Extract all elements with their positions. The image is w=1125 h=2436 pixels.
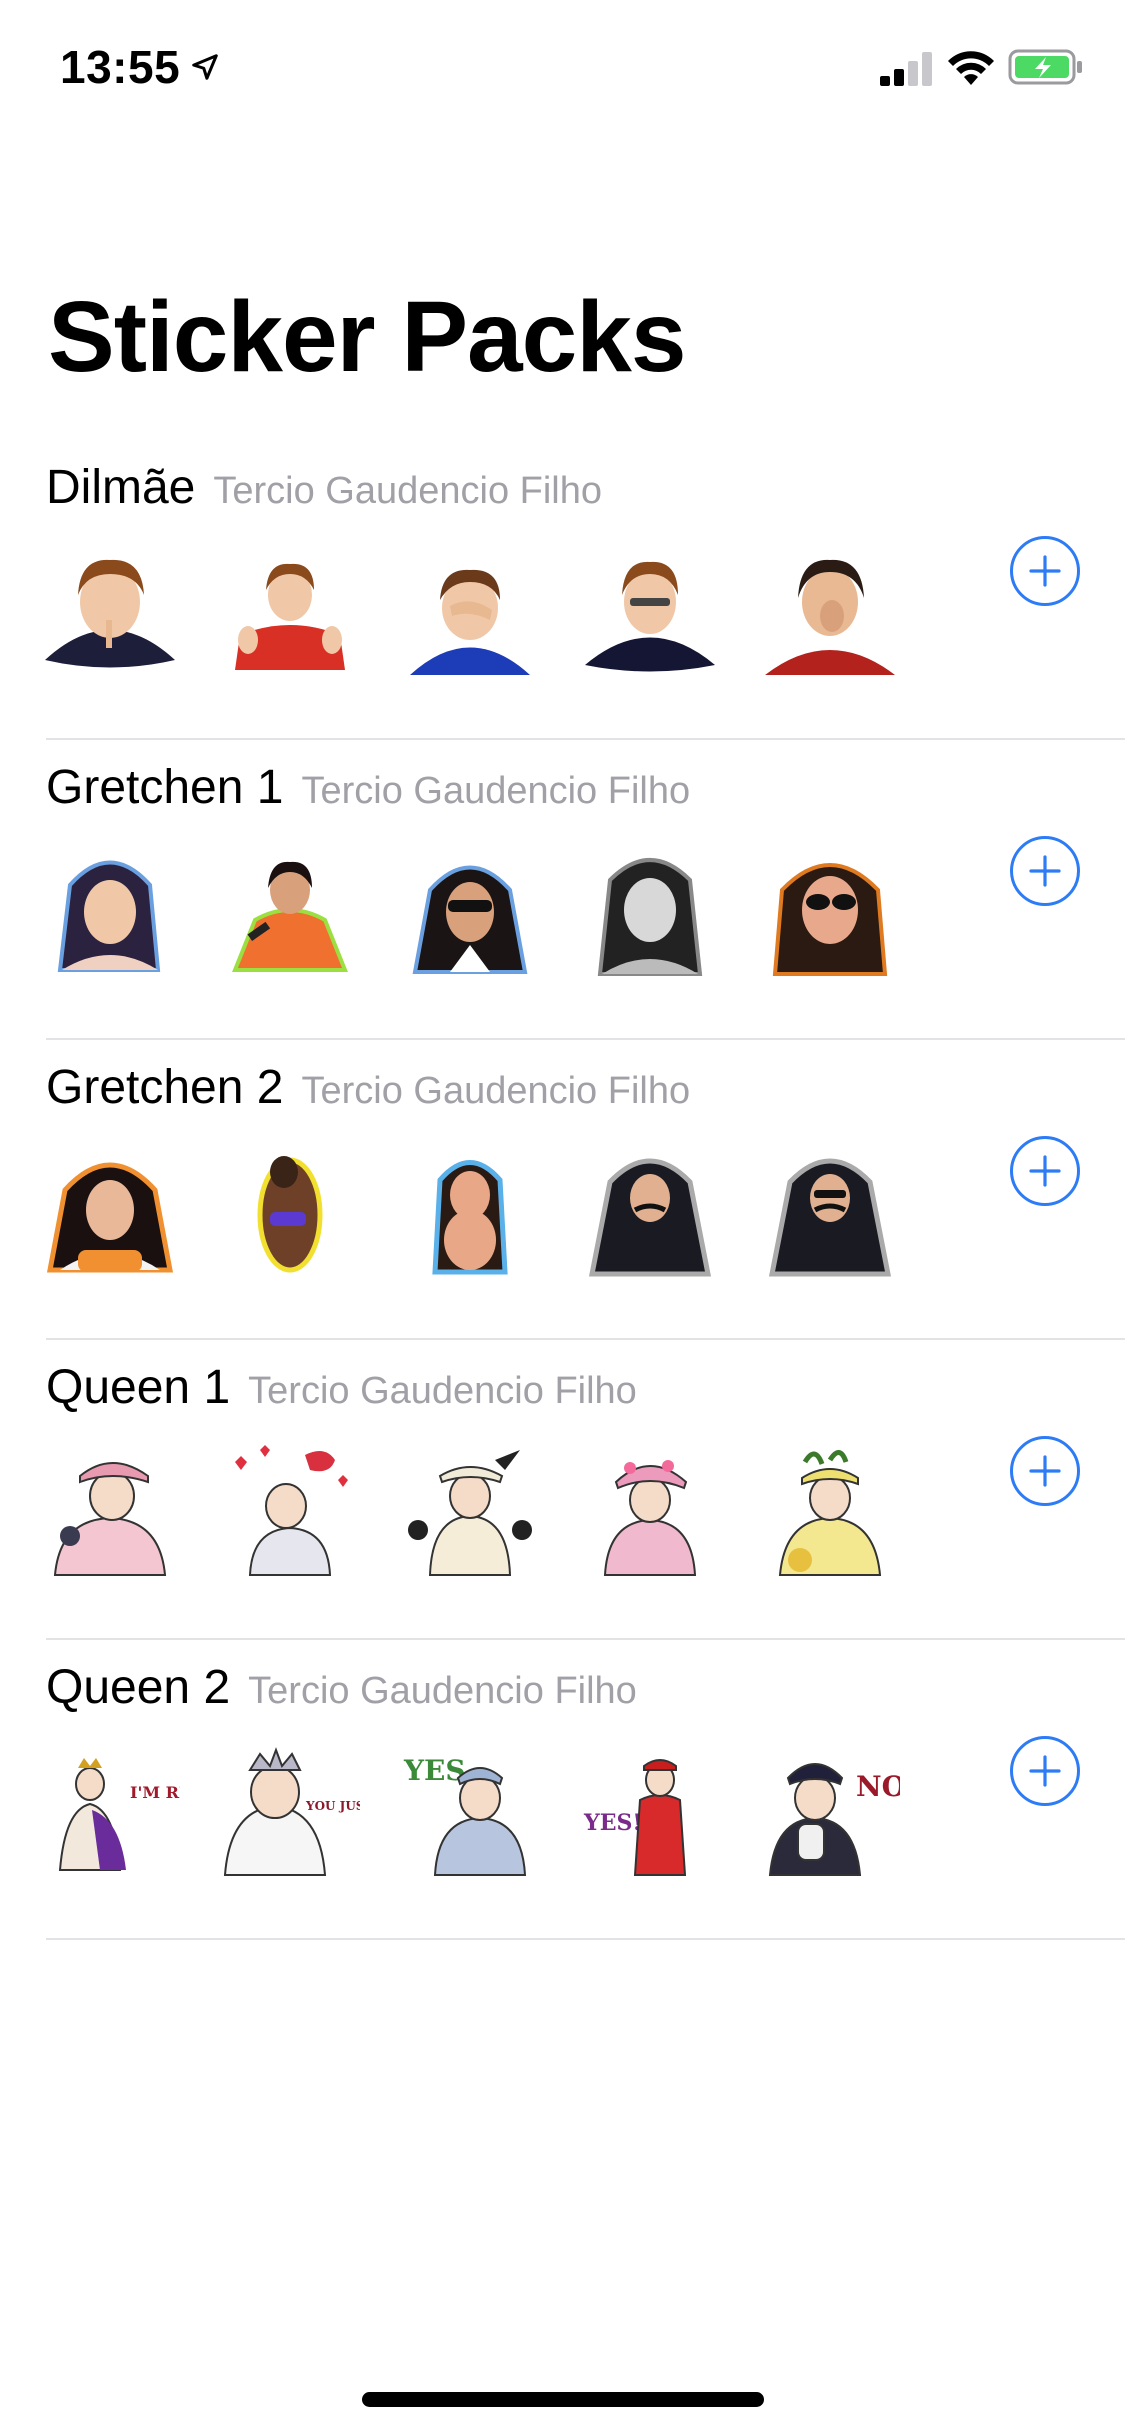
sticker-thumbnail bbox=[760, 840, 900, 980]
sticker-thumbnail bbox=[580, 540, 720, 680]
sticker-thumbnail: YES bbox=[400, 1740, 540, 1880]
sticker-thumbnail: NO bbox=[760, 1740, 900, 1880]
add-pack-button[interactable] bbox=[1010, 1736, 1080, 1806]
pack-name: Gretchen 2 bbox=[46, 1061, 284, 1114]
sticker-thumbnail: YOU JUST KEEP CALM bbox=[220, 1740, 360, 1880]
sticker-thumbnail bbox=[220, 1140, 360, 1280]
plus-icon bbox=[1029, 855, 1061, 887]
pack-name: Queen 2 bbox=[46, 1661, 231, 1714]
sticker-text: NO bbox=[856, 1770, 900, 1803]
pack-author: Tercio Gaudencio Filho bbox=[213, 470, 603, 512]
pack-name: Gretchen 1 bbox=[46, 761, 284, 814]
pack-author: Tercio Gaudencio Filho bbox=[248, 1670, 637, 1712]
sticker-strip bbox=[40, 840, 900, 990]
pack-name: Queen 1 bbox=[46, 1361, 231, 1414]
sticker-thumbnail bbox=[400, 840, 540, 980]
pack-row-dilmae[interactable]: Dilmãe Tercio Gaudencio Filho bbox=[0, 440, 1125, 740]
home-indicator[interactable] bbox=[362, 2392, 764, 2407]
sticker-strip: I'M READY YOU JUST KEEP CALM YES YES! NO bbox=[40, 1740, 900, 1890]
sticker-thumbnail bbox=[580, 1140, 720, 1280]
pack-header: Dilmãe Tercio Gaudencio Filho bbox=[46, 460, 602, 515]
sticker-thumbnail bbox=[760, 1440, 900, 1580]
sticker-thumbnail bbox=[400, 540, 540, 680]
cellular-signal-icon bbox=[880, 52, 932, 86]
pack-name: Dilmãe bbox=[46, 461, 196, 514]
wifi-icon bbox=[948, 51, 994, 85]
sticker-thumbnail bbox=[40, 540, 180, 680]
status-bar: 13:55 bbox=[0, 0, 1125, 132]
sticker-thumbnail bbox=[40, 1440, 180, 1580]
add-pack-button[interactable] bbox=[1010, 1436, 1080, 1506]
sticker-thumbnail bbox=[220, 840, 360, 980]
battery-charging-icon bbox=[1008, 49, 1082, 85]
sticker-thumbnail bbox=[40, 840, 180, 980]
status-time: 13:55 bbox=[60, 41, 181, 93]
pack-header: Queen 1 Tercio Gaudencio Filho bbox=[46, 1360, 637, 1415]
sticker-thumbnail bbox=[220, 540, 360, 680]
sticker-thumbnail: YES! bbox=[580, 1740, 720, 1880]
add-pack-button[interactable] bbox=[1010, 836, 1080, 906]
sticker-text: YOU JUST KEEP CALM bbox=[305, 1799, 360, 1813]
add-pack-button[interactable] bbox=[1010, 1136, 1080, 1206]
sticker-thumbnail bbox=[400, 1440, 540, 1580]
pack-header: Gretchen 1 Tercio Gaudencio Filho bbox=[46, 760, 690, 815]
plus-icon bbox=[1029, 1155, 1061, 1187]
sticker-text: YES! bbox=[583, 1810, 642, 1836]
pack-author: Tercio Gaudencio Filho bbox=[301, 770, 691, 812]
pack-header: Queen 2 Tercio Gaudencio Filho bbox=[46, 1660, 637, 1715]
sticker-thumbnail bbox=[40, 1140, 180, 1280]
sticker-packs-screen: 13:55 Sticker Packs Dilmãe Tercio Gauden… bbox=[0, 0, 1125, 2436]
page-title: Sticker Packs bbox=[48, 281, 686, 393]
sticker-thumbnail: I'M READY bbox=[40, 1740, 180, 1880]
sticker-strip bbox=[40, 540, 900, 690]
sticker-pack-list: Dilmãe Tercio Gaudencio Filho Gretchen 1… bbox=[0, 440, 1125, 1940]
pack-header: Gretchen 2 Tercio Gaudencio Filho bbox=[46, 1060, 690, 1115]
sticker-text: YES bbox=[403, 1754, 466, 1787]
add-pack-button[interactable] bbox=[1010, 536, 1080, 606]
pack-row-gretchen-2[interactable]: Gretchen 2 Tercio Gaudencio Filho bbox=[0, 1040, 1125, 1340]
sticker-thumbnail bbox=[580, 840, 720, 980]
plus-icon bbox=[1029, 1755, 1061, 1787]
plus-icon bbox=[1029, 555, 1061, 587]
sticker-thumbnail bbox=[220, 1440, 360, 1580]
location-arrow-icon bbox=[192, 54, 218, 80]
pack-row-gretchen-1[interactable]: Gretchen 1 Tercio Gaudencio Filho bbox=[0, 740, 1125, 1040]
sticker-strip bbox=[40, 1140, 900, 1290]
pack-author: Tercio Gaudencio Filho bbox=[301, 1070, 691, 1112]
pack-row-queen-2[interactable]: Queen 2 Tercio Gaudencio Filho I'M READY… bbox=[0, 1640, 1125, 1940]
sticker-thumbnail bbox=[760, 1140, 900, 1280]
sticker-thumbnail bbox=[760, 540, 900, 680]
sticker-strip bbox=[40, 1440, 900, 1590]
sticker-text: I'M READY bbox=[130, 1783, 180, 1802]
sticker-thumbnail bbox=[580, 1440, 720, 1580]
pack-row-queen-1[interactable]: Queen 1 Tercio Gaudencio Filho bbox=[0, 1340, 1125, 1640]
sticker-thumbnail bbox=[400, 1140, 540, 1280]
pack-author: Tercio Gaudencio Filho bbox=[248, 1370, 637, 1412]
plus-icon bbox=[1029, 1455, 1061, 1487]
